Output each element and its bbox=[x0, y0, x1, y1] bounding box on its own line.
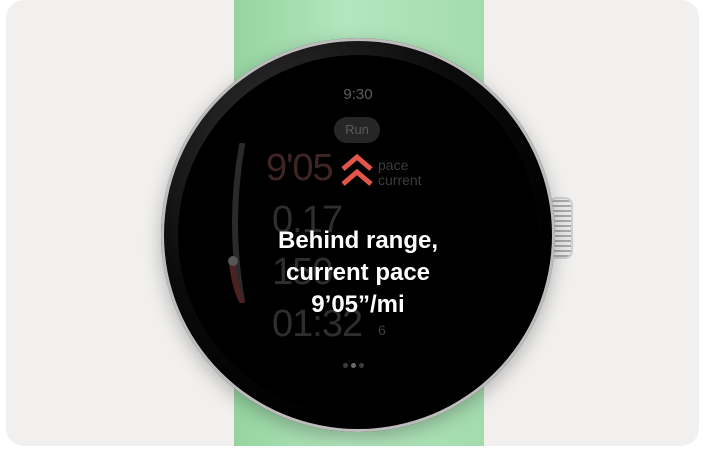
alert-line-1: Behind range, bbox=[277, 227, 439, 254]
page-indicator bbox=[343, 355, 383, 368]
double-chevron-up-icon bbox=[341, 153, 373, 186]
progress-marker bbox=[228, 256, 238, 266]
watch-time: 9:30 bbox=[343, 86, 373, 103]
page-dot bbox=[343, 363, 348, 368]
watch-screen[interactable]: 9:30 Run 9'05 pace current 0.17 150 01:3… bbox=[178, 55, 538, 415]
alert-line-2: current pace bbox=[285, 259, 431, 286]
pace-value: 9'05 bbox=[266, 147, 334, 189]
pace-alert-message: Behind range, current pace 9’05”/mi bbox=[238, 225, 478, 321]
alert-line-3: 9’05”/mi bbox=[311, 291, 405, 318]
pace-label: pace current bbox=[378, 157, 422, 188]
product-card: 9:30 Run 9'05 pace current 0.17 150 01:3… bbox=[6, 0, 699, 446]
workout-type-chip[interactable]: Run bbox=[334, 117, 380, 143]
page-dot bbox=[359, 363, 364, 368]
page-dot bbox=[351, 363, 356, 368]
duration-suffix: 6 bbox=[378, 322, 386, 338]
